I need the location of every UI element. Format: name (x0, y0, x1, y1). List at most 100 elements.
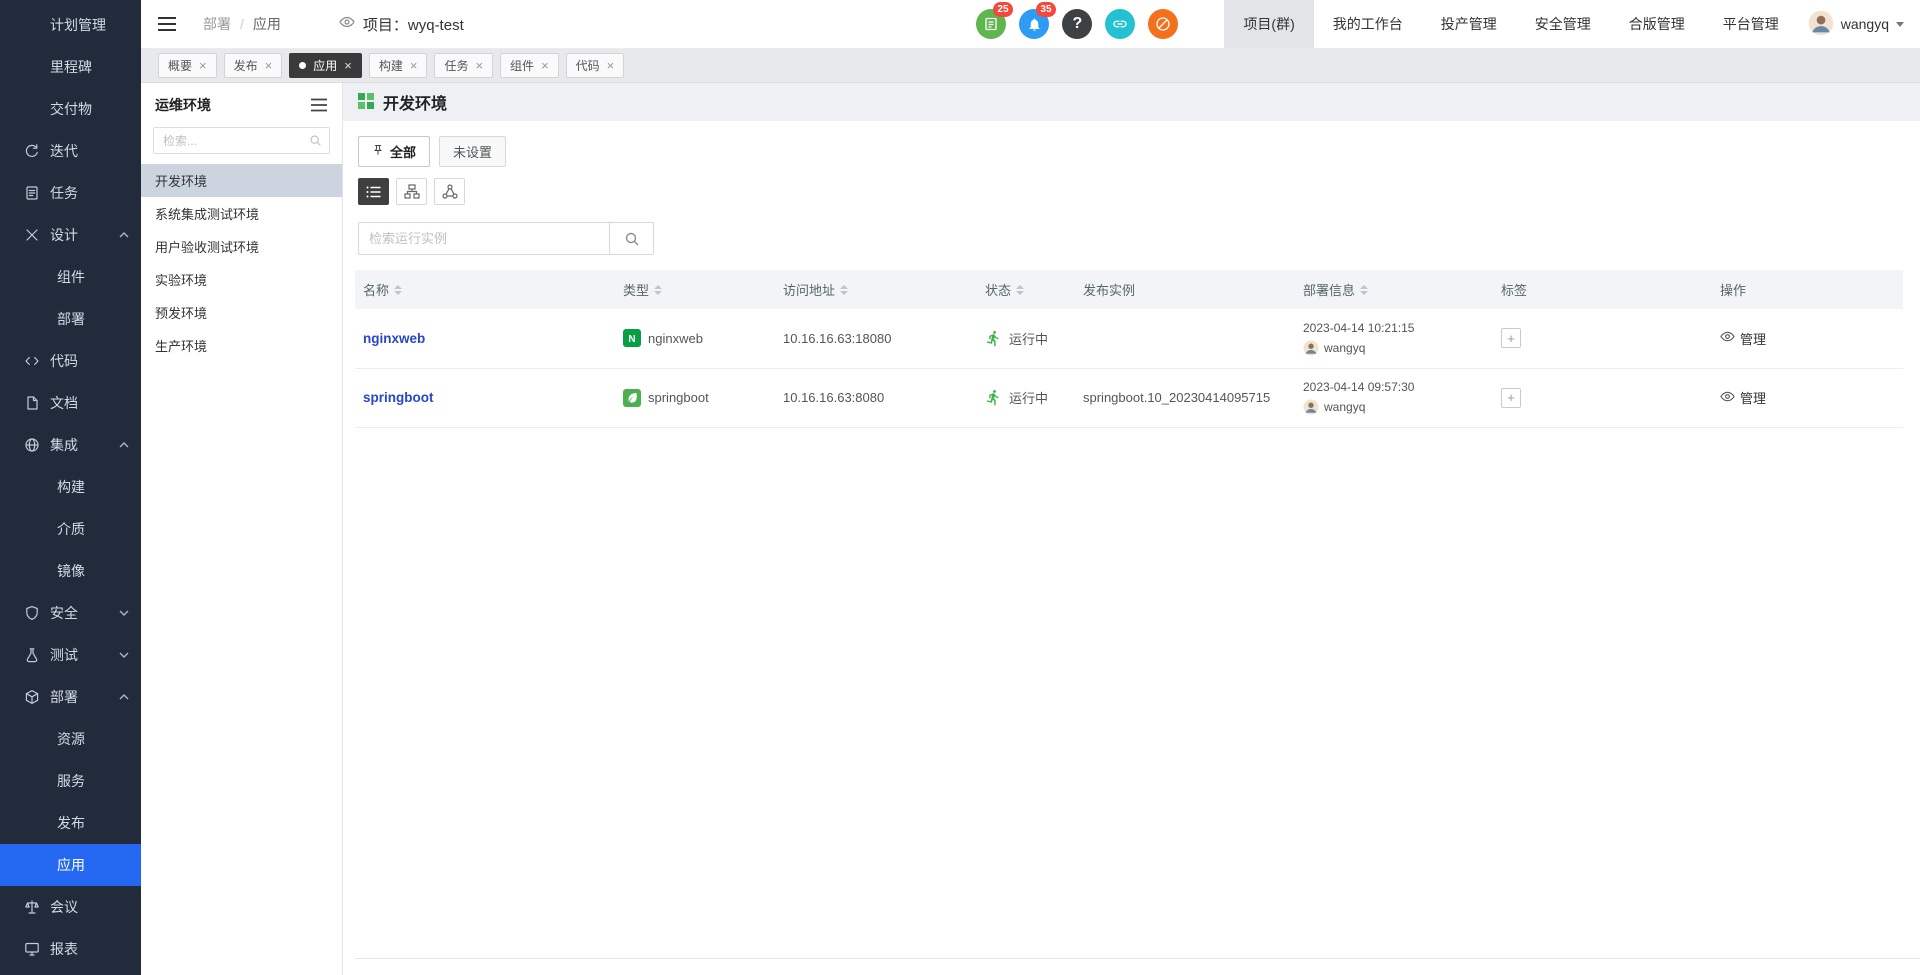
sidebar-item-design-deploy[interactable]: 部署 (0, 298, 141, 340)
sidebar-item-label: 集成 (50, 435, 78, 455)
close-icon[interactable]: × (607, 59, 615, 72)
avatar (1303, 399, 1319, 415)
notifications-button[interactable]: 35 (1019, 9, 1049, 39)
tab-code[interactable]: 代码× (566, 53, 625, 78)
sort-control[interactable] (394, 285, 402, 295)
env-item-staging[interactable]: 预发环境 (141, 296, 342, 329)
todo-badge: 25 (993, 2, 1012, 17)
sort-control[interactable] (840, 285, 848, 295)
tab-task[interactable]: 任务× (434, 53, 493, 78)
nav-production-management[interactable]: 投产管理 (1422, 0, 1516, 48)
todo-button[interactable]: 25 (976, 9, 1006, 39)
env-item-production[interactable]: 生产环境 (141, 329, 342, 362)
sidebar-item-integration[interactable]: 集成 (0, 424, 141, 466)
search-button[interactable] (609, 222, 654, 255)
sidebar-item-build[interactable]: 构建 (0, 466, 141, 508)
content-bottom-divider (355, 958, 1920, 959)
sidebar-item-test[interactable]: 测试 (0, 634, 141, 676)
environment-search-input[interactable] (153, 127, 330, 154)
tab-application[interactable]: 应用× (289, 53, 362, 78)
sidebar-item-deliverable[interactable]: 交付物 (0, 88, 141, 130)
list-view-button[interactable] (358, 178, 389, 205)
add-tag-button[interactable]: + (1501, 388, 1521, 408)
nav-version-management[interactable]: 合版管理 (1610, 0, 1704, 48)
nav-platform-management[interactable]: 平台管理 (1704, 0, 1798, 48)
user-name: wangyq (1841, 16, 1889, 32)
sidebar-item-task[interactable]: 任务 (0, 172, 141, 214)
sidebar-item-label: 构建 (57, 477, 85, 497)
tab-release[interactable]: 发布× (224, 53, 283, 78)
sidebar-item-image[interactable]: 镜像 (0, 550, 141, 592)
tab-component[interactable]: 组件× (500, 53, 559, 78)
avatar (1808, 10, 1834, 39)
close-icon[interactable]: × (199, 59, 207, 72)
col-header-status: 状态 (977, 270, 1075, 309)
integration-icon (24, 437, 40, 453)
spring-icon (623, 389, 641, 407)
sidebar-item-service[interactable]: 服务 (0, 760, 141, 802)
nav-security-management[interactable]: 安全管理 (1516, 0, 1610, 48)
env-item-experiment[interactable]: 实验环境 (141, 263, 342, 296)
sidebar-item-application[interactable]: 应用 (0, 844, 141, 886)
close-icon[interactable]: × (344, 59, 352, 72)
user-menu[interactable]: wangyq (1798, 10, 1920, 39)
close-icon[interactable]: × (265, 59, 273, 72)
deploy-user: wangyq (1324, 400, 1365, 414)
deploy-time: 2023-04-14 09:57:30 (1303, 380, 1485, 394)
nav-my-workbench[interactable]: 我的工作台 (1314, 0, 1422, 48)
environment-panel-title: 运维环境 (155, 95, 211, 115)
sidebar-item-component[interactable]: 组件 (0, 256, 141, 298)
help-button[interactable]: ? (1062, 9, 1092, 39)
sidebar-item-document[interactable]: 文档 (0, 382, 141, 424)
tab-build[interactable]: 构建× (369, 53, 428, 78)
topology-view-button[interactable] (434, 178, 465, 205)
instance-search-input[interactable] (358, 222, 610, 255)
close-icon[interactable]: × (410, 59, 418, 72)
sidebar-item-label: 会议 (50, 897, 78, 917)
nav-project-group[interactable]: 项目(群) (1224, 0, 1313, 48)
monitor-icon (24, 941, 40, 957)
menu-toggle-icon[interactable] (157, 16, 177, 32)
instance-name-link[interactable]: springboot (363, 390, 434, 405)
close-icon[interactable]: × (475, 59, 483, 72)
col-header-deploy-info: 部署信息 (1295, 270, 1493, 309)
sidebar-item-deploy[interactable]: 部署 (0, 676, 141, 718)
breadcrumb-deploy[interactable]: 部署 (203, 14, 231, 34)
sidebar-item-artifact[interactable]: 介质 (0, 508, 141, 550)
sidebar-item-report[interactable]: 报表 (0, 928, 141, 970)
manage-button[interactable]: 管理 (1720, 388, 1895, 407)
sidebar-item-meeting[interactable]: 会议 (0, 886, 141, 928)
question-icon: ? (1073, 16, 1083, 32)
block-button[interactable] (1148, 9, 1178, 39)
close-icon[interactable]: × (541, 59, 549, 72)
sidebar-item-plan-management[interactable]: 计划管理 (0, 4, 141, 46)
sidebar-item-iteration[interactable]: 迭代 (0, 130, 141, 172)
sort-control[interactable] (1360, 285, 1368, 295)
tab-all[interactable]: 全部 (358, 136, 430, 167)
sort-control[interactable] (654, 285, 662, 295)
sidebar-item-milestone[interactable]: 里程碑 (0, 46, 141, 88)
document-icon (24, 395, 40, 411)
sidebar-item-design[interactable]: 设计 (0, 214, 141, 256)
manage-button[interactable]: 管理 (1720, 329, 1895, 348)
add-tag-button[interactable]: + (1501, 328, 1521, 348)
project-indicator[interactable]: 项目：wyq-test (339, 14, 464, 35)
sidebar-item-code[interactable]: 代码 (0, 340, 141, 382)
tab-unset[interactable]: 未设置 (439, 136, 506, 167)
sidebar-item-resource[interactable]: 资源 (0, 718, 141, 760)
env-item-dev[interactable]: 开发环境 (141, 164, 342, 197)
sidebar-item-label: 应用 (57, 855, 85, 875)
env-item-sit[interactable]: 系统集成测试环境 (141, 197, 342, 230)
code-icon (24, 353, 40, 369)
instance-name-link[interactable]: nginxweb (363, 331, 425, 346)
tab-overview[interactable]: 概要× (158, 53, 217, 78)
chevron-up-icon (119, 442, 129, 448)
sidebar-item-security[interactable]: 安全 (0, 592, 141, 634)
sort-control[interactable] (1016, 285, 1024, 295)
panel-menu-icon[interactable] (310, 98, 328, 112)
env-item-uat[interactable]: 用户验收测试环境 (141, 230, 342, 263)
tree-view-button[interactable] (396, 178, 427, 205)
link-button[interactable] (1105, 9, 1135, 39)
sidebar-item-release[interactable]: 发布 (0, 802, 141, 844)
svg-text:N: N (628, 334, 635, 345)
